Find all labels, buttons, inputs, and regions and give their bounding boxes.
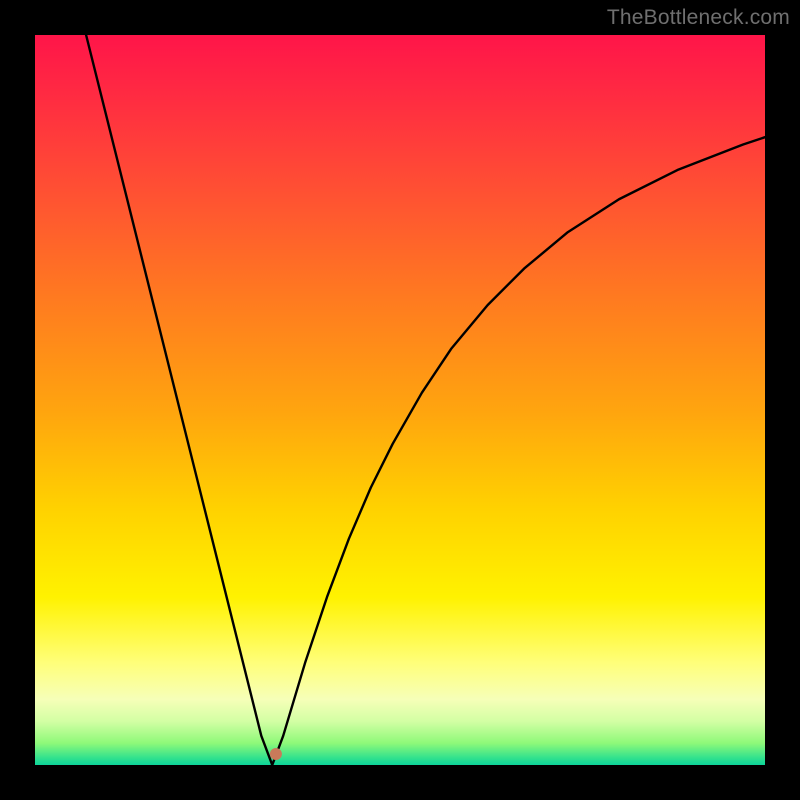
- minimum-marker: [270, 748, 282, 760]
- bottleneck-curve: [86, 35, 765, 765]
- chart-frame: TheBottleneck.com: [0, 0, 800, 800]
- watermark-text: TheBottleneck.com: [607, 6, 790, 30]
- curve-layer: [35, 35, 765, 765]
- plot-area: [35, 35, 765, 765]
